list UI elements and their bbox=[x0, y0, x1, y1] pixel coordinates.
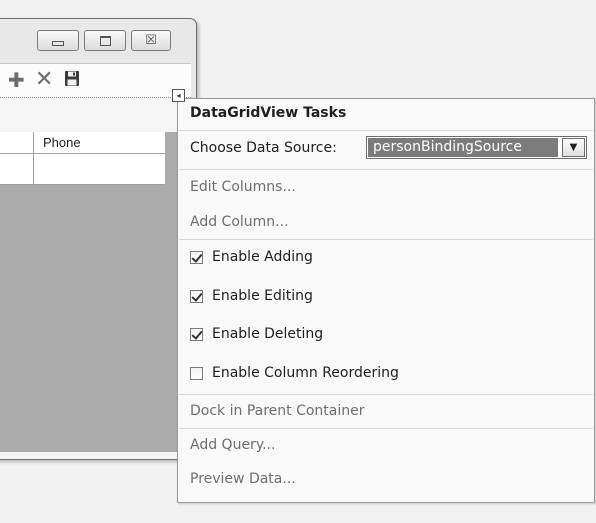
table-cell[interactable] bbox=[33, 154, 166, 184]
add-query-link[interactable]: Add Query... bbox=[190, 437, 275, 453]
data-source-value: personBindingSource bbox=[368, 138, 558, 157]
enable-editing-option[interactable]: Enable Editing bbox=[190, 288, 313, 304]
delete-icon[interactable]: ✕ bbox=[35, 69, 53, 91]
save-icon[interactable] bbox=[64, 70, 80, 87]
divider bbox=[179, 130, 593, 131]
divider bbox=[179, 169, 593, 170]
maximize-button[interactable] bbox=[84, 30, 126, 51]
add-new-icon[interactable]: ✚ bbox=[8, 70, 25, 90]
grid-header-row: Phone bbox=[0, 132, 165, 154]
enable-editing-checkbox[interactable] bbox=[190, 289, 203, 303]
window-buttons: ☒ bbox=[37, 30, 171, 51]
panel-title: DataGridView Tasks bbox=[190, 105, 347, 121]
close-icon: ☒ bbox=[145, 33, 157, 48]
data-source-label: Choose Data Source: bbox=[190, 140, 337, 156]
smart-tag-button[interactable]: ◂ bbox=[172, 89, 185, 102]
option-label: Enable Deleting bbox=[212, 326, 324, 342]
enable-deleting-checkbox[interactable] bbox=[190, 327, 203, 341]
form-window: ☒ ✚ ✕ Phone ▸ bbox=[0, 18, 197, 460]
datagridview-tasks-panel: DataGridView Tasks Choose Data Source: p… bbox=[177, 98, 595, 503]
data-grid-view[interactable]: Phone ▸ bbox=[0, 132, 190, 452]
add-column-link[interactable]: Add Column... bbox=[190, 214, 289, 230]
enable-deleting-option[interactable]: Enable Deleting bbox=[190, 326, 323, 342]
enable-column-reordering-option[interactable]: Enable Column Reordering bbox=[190, 365, 399, 381]
chevron-down-icon[interactable]: ▼ bbox=[562, 138, 585, 157]
close-button[interactable]: ☒ bbox=[131, 30, 171, 51]
enable-adding-checkbox[interactable] bbox=[190, 250, 203, 264]
edit-columns-link[interactable]: Edit Columns... bbox=[190, 179, 296, 195]
maximize-icon bbox=[99, 35, 111, 46]
table-row[interactable] bbox=[0, 154, 165, 185]
divider bbox=[179, 394, 593, 395]
option-label: Enable Editing bbox=[212, 288, 313, 304]
form-client-area: ✚ ✕ Phone ▸ bbox=[0, 63, 191, 459]
enable-column-reordering-checkbox[interactable] bbox=[190, 366, 203, 380]
minimize-button[interactable] bbox=[37, 30, 79, 51]
minimize-icon bbox=[52, 41, 64, 46]
enable-adding-option[interactable]: Enable Adding bbox=[190, 249, 313, 265]
option-label: Enable Adding bbox=[212, 249, 313, 265]
divider bbox=[179, 428, 593, 429]
binding-navigator-toolbar: ✚ ✕ bbox=[0, 64, 191, 98]
data-source-select[interactable]: personBindingSource ▼ bbox=[366, 136, 587, 159]
dock-in-parent-link[interactable]: Dock in Parent Container bbox=[190, 403, 365, 419]
preview-data-link[interactable]: Preview Data... bbox=[190, 471, 296, 487]
option-label: Enable Column Reordering bbox=[212, 365, 399, 381]
column-header-phone[interactable]: Phone bbox=[33, 132, 165, 153]
divider bbox=[179, 239, 593, 240]
